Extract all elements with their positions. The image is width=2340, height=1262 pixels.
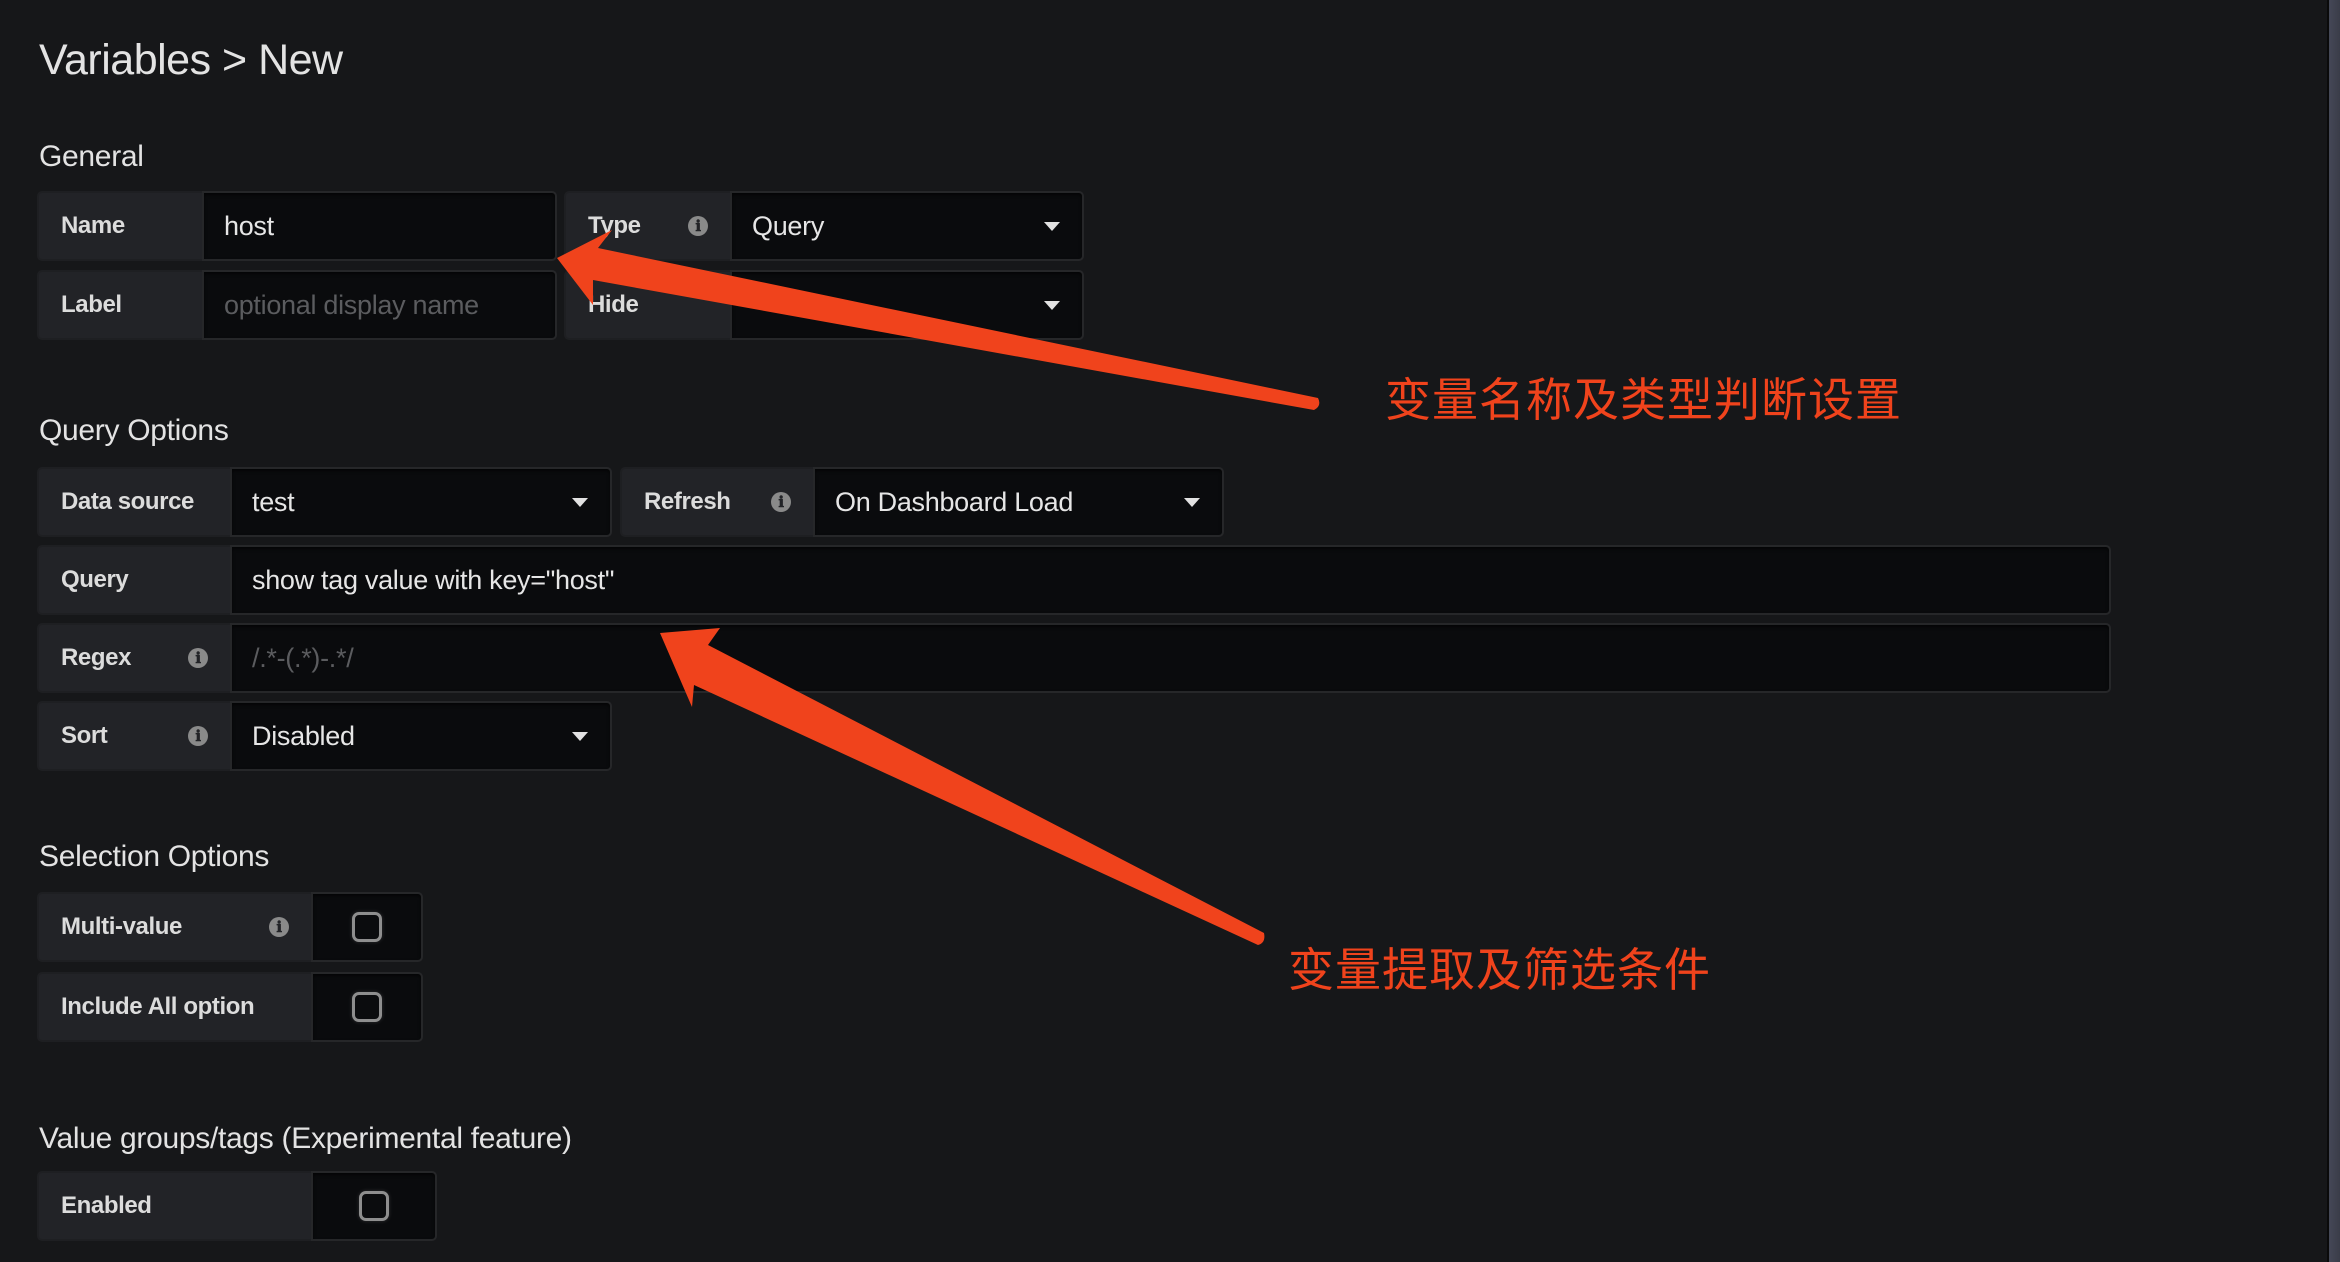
include-all-field: Include All option (37, 972, 423, 1042)
query-field: Query show tag value with key="host" (37, 545, 2111, 615)
regex-label: Regex ℹ (37, 623, 230, 693)
info-icon[interactable]: ℹ (188, 648, 208, 668)
multi-value-checkbox[interactable] (352, 912, 382, 942)
name-label: Name (37, 191, 202, 261)
name-field: Name host (37, 191, 557, 261)
regex-label-text: Regex (61, 644, 132, 671)
info-icon[interactable]: ℹ (269, 917, 289, 937)
include-all-label: Include All option (37, 972, 311, 1042)
regex-field: Regex ℹ /.*-(.*)-.*/ (37, 623, 2111, 693)
caret-down-icon (1184, 498, 1200, 507)
sort-label: Sort ℹ (37, 701, 230, 771)
sort-field: Sort ℹ Disabled (37, 701, 612, 771)
vertical-scrollbar[interactable] (2327, 0, 2340, 1262)
type-label: Type ℹ (564, 191, 730, 261)
data-source-value: test (252, 486, 295, 517)
type-select[interactable]: Query (730, 191, 1084, 261)
multi-value-field: Multi-value ℹ (37, 892, 423, 962)
query-input[interactable]: show tag value with key="host" (230, 545, 2111, 615)
caret-down-icon (1044, 301, 1060, 310)
label-field: Label optional display name (37, 270, 557, 340)
hide-select[interactable] (730, 270, 1084, 340)
annotation-query-regex: 变量提取及筛选条件 (1288, 943, 1711, 997)
section-title-query-options: Query Options (39, 414, 229, 447)
refresh-field: Refresh ℹ On Dashboard Load (620, 467, 1224, 537)
include-all-checkbox[interactable] (352, 992, 382, 1022)
page-title: Variables > New (39, 36, 343, 84)
type-field: Type ℹ Query (564, 191, 1084, 261)
info-icon[interactable]: ℹ (688, 216, 708, 236)
refresh-label-text: Refresh (644, 488, 731, 515)
label-label: Label (37, 270, 202, 340)
annotation-name-type: 变量名称及类型判断设置 (1385, 373, 1902, 427)
regex-input[interactable]: /.*-(.*)-.*/ (230, 623, 2111, 693)
label-input[interactable]: optional display name (202, 270, 557, 340)
section-title-general: General (39, 140, 144, 173)
multi-value-label-text: Multi-value (61, 913, 182, 940)
data-source-field: Data source test (37, 467, 612, 537)
sort-value: Disabled (252, 720, 355, 751)
refresh-select[interactable]: On Dashboard Load (813, 467, 1224, 537)
sort-label-text: Sort (61, 722, 108, 749)
data-source-label: Data source (37, 467, 230, 537)
refresh-value: On Dashboard Load (835, 486, 1074, 517)
name-input[interactable]: host (202, 191, 557, 261)
enabled-field: Enabled (37, 1171, 437, 1241)
hide-label: Hide (564, 270, 730, 340)
caret-down-icon (572, 498, 588, 507)
data-source-select[interactable]: test (230, 467, 612, 537)
caret-down-icon (572, 732, 588, 741)
multi-value-checkbox-cell[interactable] (311, 892, 423, 962)
caret-down-icon (1044, 222, 1060, 231)
query-label: Query (37, 545, 230, 615)
enabled-label: Enabled (37, 1171, 311, 1241)
section-title-selection-options: Selection Options (39, 840, 270, 873)
type-select-value: Query (752, 210, 825, 241)
enabled-checkbox-cell[interactable] (311, 1171, 437, 1241)
info-icon[interactable]: ℹ (771, 492, 791, 512)
enabled-checkbox[interactable] (359, 1191, 389, 1221)
refresh-label: Refresh ℹ (620, 467, 813, 537)
sort-select[interactable]: Disabled (230, 701, 612, 771)
multi-value-label: Multi-value ℹ (37, 892, 311, 962)
hide-field: Hide (564, 270, 1084, 340)
type-label-text: Type (588, 212, 641, 239)
include-all-checkbox-cell[interactable] (311, 972, 423, 1042)
info-icon[interactable]: ℹ (188, 726, 208, 746)
section-title-value-groups: Value groups/tags (Experimental feature) (39, 1122, 572, 1155)
